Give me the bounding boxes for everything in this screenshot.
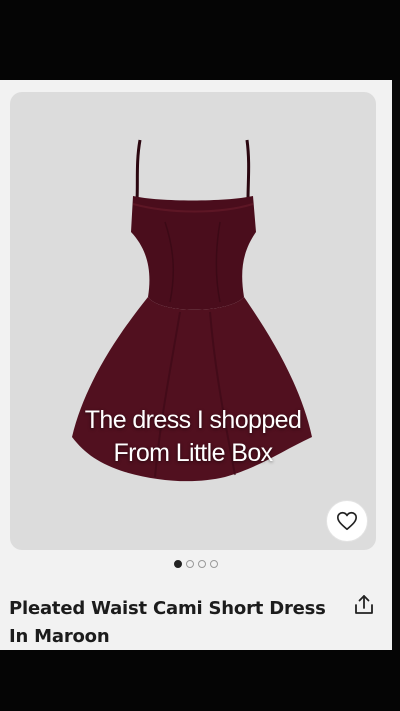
- carousel-pagination: [0, 560, 392, 568]
- bottom-black-band: [0, 650, 400, 711]
- right-edge-strip: [392, 80, 400, 650]
- carousel-dot-4[interactable]: [210, 560, 218, 568]
- caption-line-2: From Little Box: [113, 439, 273, 467]
- image-caption: The dress I shopped From Little Box: [10, 404, 376, 470]
- dress-photo: [72, 139, 312, 482]
- product-title: Pleated Waist Cami Short Dress In Maroon: [9, 598, 326, 647]
- heart-icon: [337, 511, 357, 531]
- share-icon: [355, 595, 373, 614]
- product-image[interactable]: The dress I shopped From Little Box: [10, 92, 376, 550]
- share-button[interactable]: [350, 591, 378, 619]
- product-page: The dress I shopped From Little Box Plea…: [0, 80, 392, 650]
- caption-line-1: The dress I shopped: [84, 406, 302, 434]
- carousel-dot-1[interactable]: [174, 560, 182, 568]
- wishlist-button[interactable]: [326, 500, 368, 542]
- top-black-band: [0, 0, 400, 80]
- carousel-dot-2[interactable]: [186, 560, 194, 568]
- carousel-dot-3[interactable]: [198, 560, 206, 568]
